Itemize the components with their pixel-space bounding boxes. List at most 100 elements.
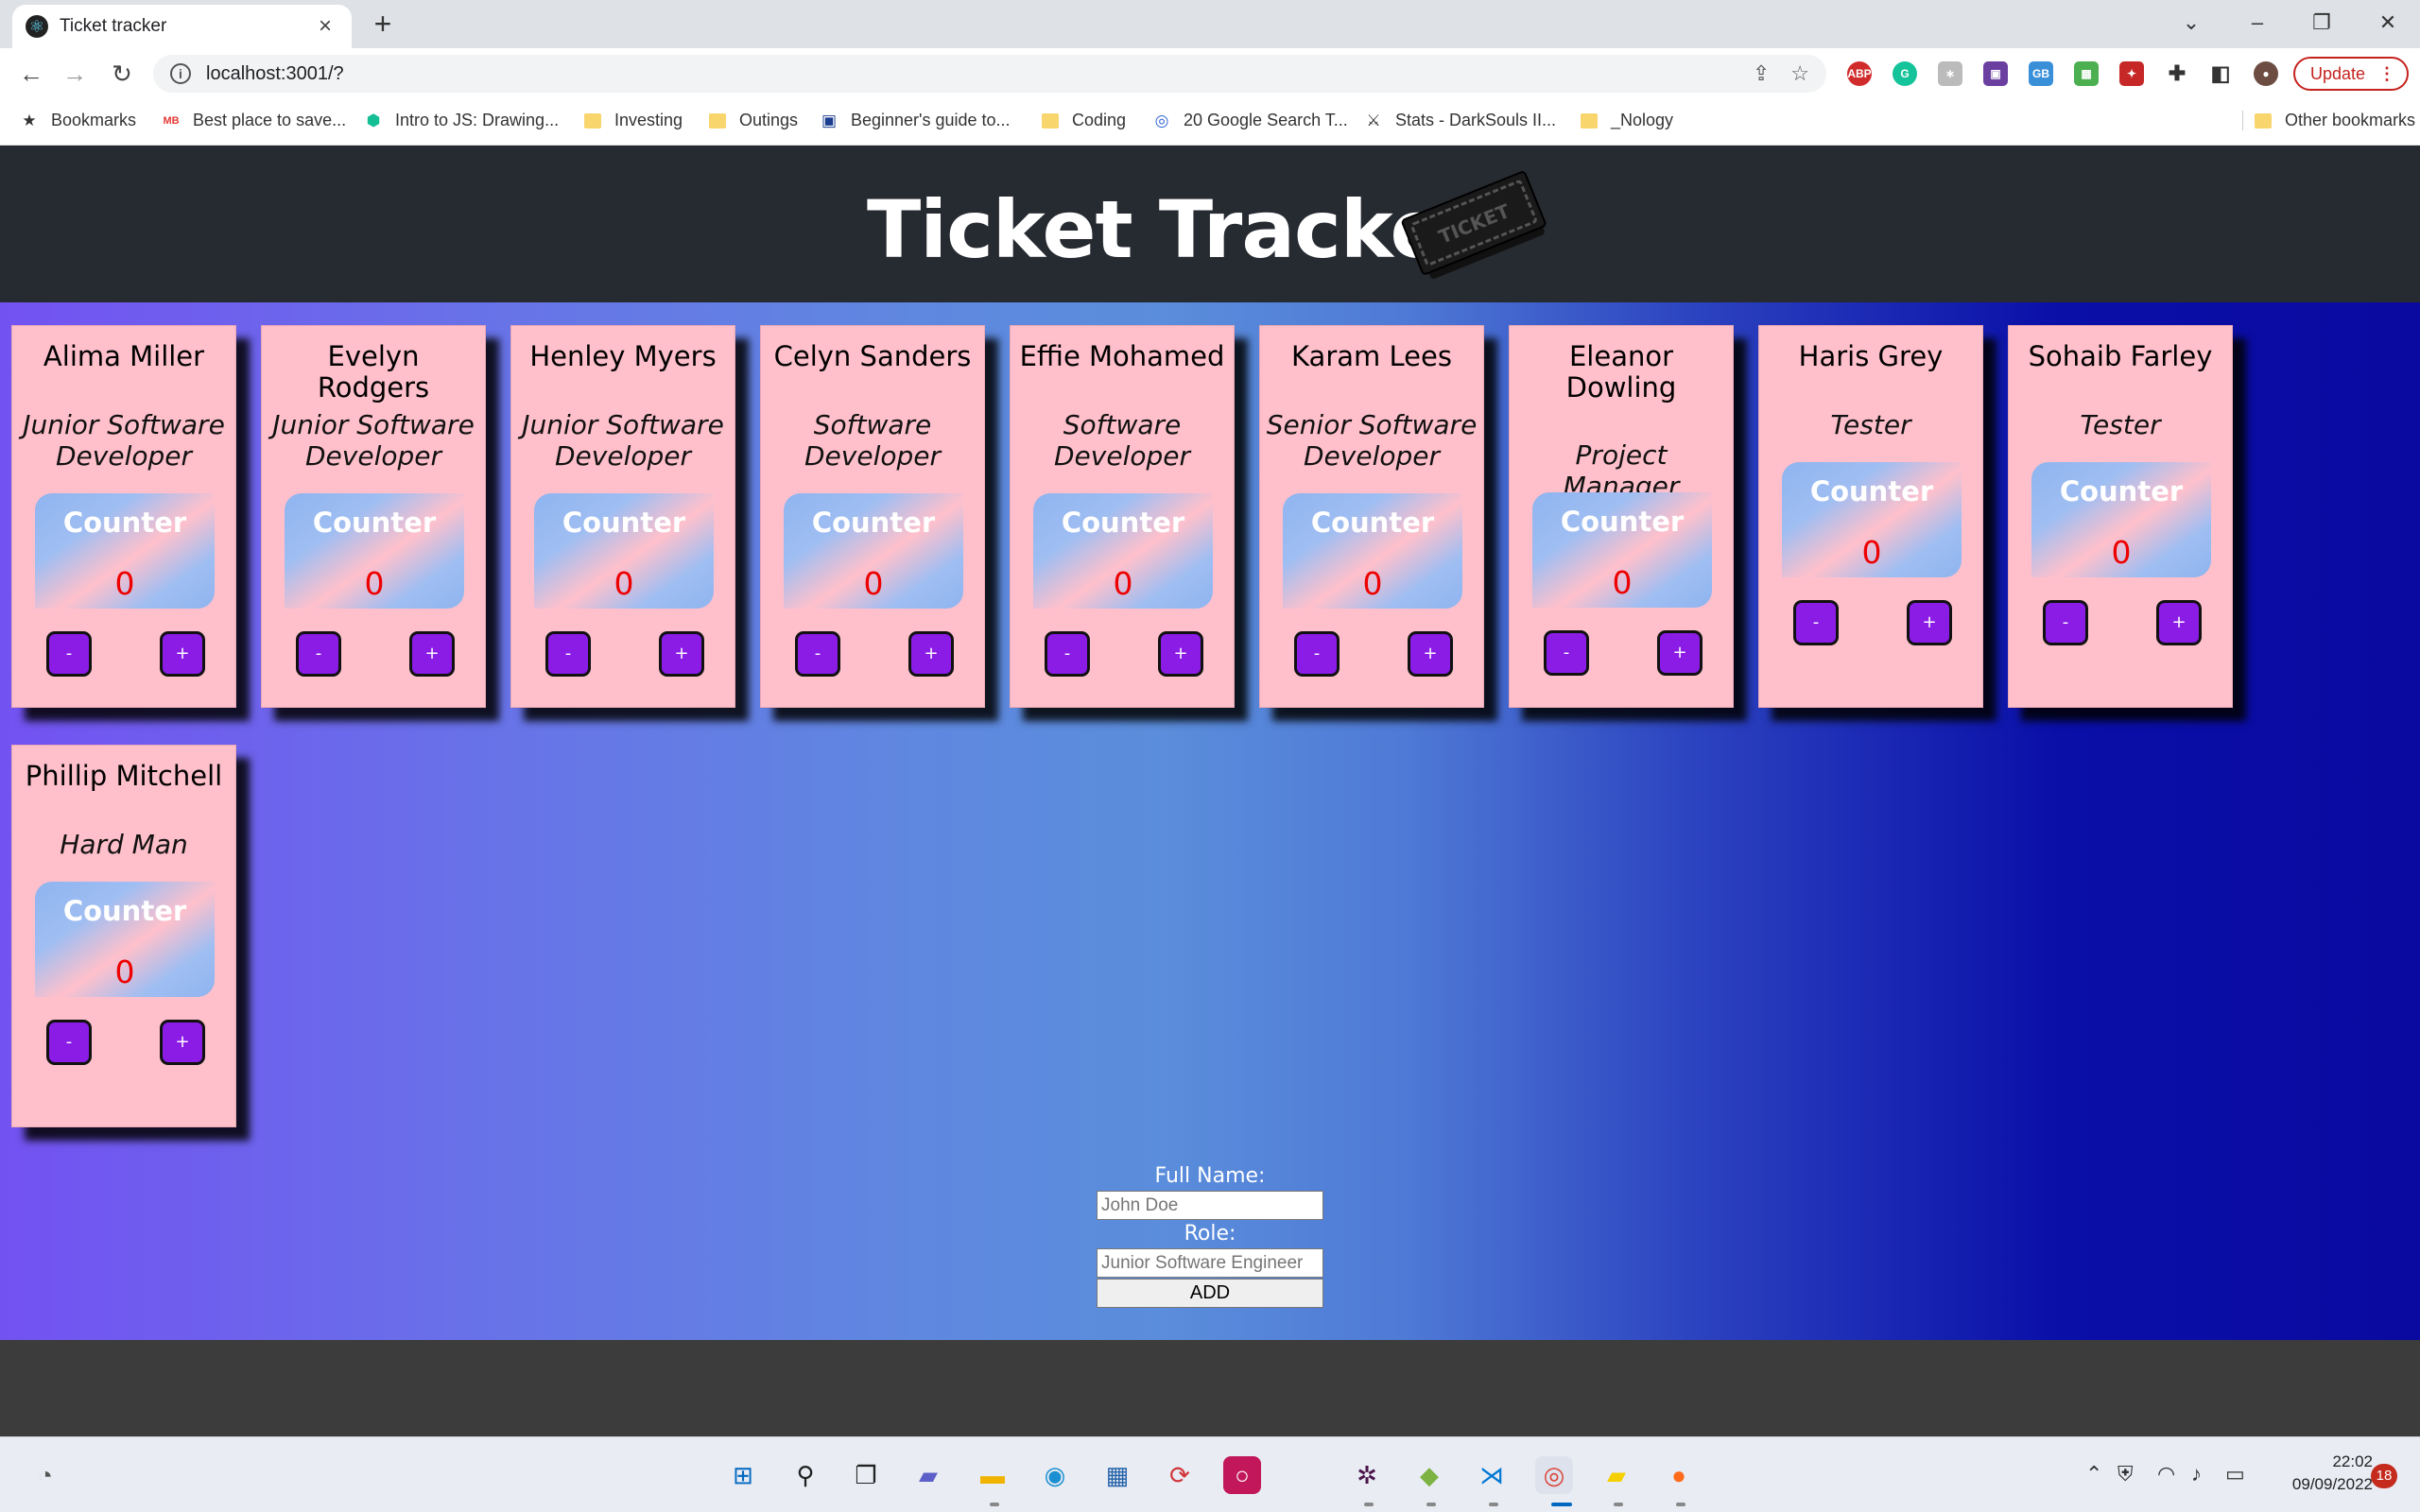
forward-button[interactable]: → bbox=[59, 58, 91, 90]
teams-chat-icon[interactable]: ▰ bbox=[909, 1456, 947, 1494]
url-text[interactable]: localhost:3001/? bbox=[206, 63, 1732, 85]
counter-panel: Counter 0 bbox=[1782, 462, 1962, 577]
increment-button[interactable]: + bbox=[160, 1020, 205, 1065]
running-indicator bbox=[1426, 1503, 1436, 1506]
bookmark-item[interactable]: _Nology bbox=[1581, 111, 1673, 130]
increment-button[interactable]: + bbox=[1158, 631, 1203, 677]
sticky-notes-icon[interactable]: ▰ bbox=[1598, 1456, 1635, 1494]
puzzle-icon[interactable]: ✚ bbox=[2165, 61, 2189, 86]
decrement-button[interactable]: - bbox=[1793, 600, 1839, 645]
extension-icon[interactable]: GB bbox=[2029, 61, 2053, 86]
widgets-icon[interactable]: ◔ bbox=[26, 1456, 64, 1494]
chrome-icon[interactable]: ◎ bbox=[1535, 1456, 1573, 1494]
employee-role: Junior Software Developer bbox=[23, 409, 225, 472]
employee-role: Software Developer bbox=[804, 409, 941, 472]
grammarly-icon[interactable]: G bbox=[1893, 61, 1917, 86]
clock[interactable]: 22:02 09/09/2022 bbox=[2259, 1451, 2373, 1496]
increment-button[interactable]: + bbox=[1657, 630, 1703, 676]
extension-icon[interactable]: ▦ bbox=[2074, 61, 2099, 86]
employee-name: Eleanor Dowling bbox=[1565, 340, 1677, 404]
decrement-button[interactable]: - bbox=[296, 631, 341, 677]
bookmark-item[interactable]: ▣ Beginner's guide to... bbox=[821, 111, 1011, 130]
counter-value: 0 bbox=[1113, 565, 1133, 602]
employee-name: Celyn Sanders bbox=[773, 340, 972, 372]
extension-icon[interactable]: ∗ bbox=[1938, 61, 1962, 86]
increment-button[interactable]: + bbox=[2156, 600, 2202, 645]
tab-search-icon[interactable]: ⌄ bbox=[2172, 4, 2210, 42]
start-icon[interactable]: ⊞ bbox=[724, 1456, 762, 1494]
bookmark-item[interactable]: ⚔ Stats - DarkSouls II... bbox=[1365, 111, 1556, 130]
security-icon[interactable]: ⛨ bbox=[2118, 1462, 2134, 1486]
sidepanel-icon[interactable]: ◧ bbox=[2208, 61, 2233, 86]
increment-button[interactable]: + bbox=[409, 631, 455, 677]
extension-icon[interactable]: ✦ bbox=[2119, 61, 2144, 86]
share-icon[interactable]: ⇪ bbox=[1753, 61, 1770, 86]
close-tab-icon[interactable]: × bbox=[312, 13, 338, 40]
volume-icon[interactable]: ♪ bbox=[2191, 1462, 2202, 1486]
sync-app-icon[interactable]: ⟳ bbox=[1161, 1456, 1199, 1494]
decrement-button[interactable]: - bbox=[46, 631, 92, 677]
full-name-input[interactable] bbox=[1097, 1191, 1323, 1220]
site-icon: ⚔ bbox=[1366, 111, 1381, 129]
decrement-button[interactable]: - bbox=[1544, 630, 1589, 676]
decrement-button[interactable]: - bbox=[795, 631, 840, 677]
reload-button[interactable]: ↻ bbox=[106, 58, 138, 90]
file-explorer-icon[interactable]: ▬ bbox=[974, 1456, 1011, 1494]
new-tab-button[interactable]: + bbox=[367, 8, 399, 40]
wifi-icon[interactable]: ◠ bbox=[2157, 1462, 2175, 1486]
close-window-button[interactable]: ✕ bbox=[2369, 4, 2407, 42]
employee-role: Senior Software Developer bbox=[1266, 409, 1478, 472]
slack-icon[interactable]: ✲ bbox=[1348, 1456, 1386, 1494]
bookmark-item[interactable]: ◎ 20 Google Search T... bbox=[1153, 111, 1348, 130]
increment-button[interactable]: + bbox=[659, 631, 704, 677]
bookmark-item[interactable]: ★ Bookmarks bbox=[21, 111, 136, 130]
counter-panel: Counter 0 bbox=[35, 493, 215, 609]
decrement-button[interactable]: - bbox=[46, 1020, 92, 1065]
app-icon[interactable]: ◆ bbox=[1410, 1456, 1448, 1494]
update-button[interactable]: Update ⋮ bbox=[2293, 57, 2409, 91]
bookmark-item[interactable]: ⬢ Intro to JS: Drawing... bbox=[365, 111, 560, 130]
chevron-up-icon[interactable]: ⌃ bbox=[2085, 1462, 2102, 1486]
bookmark-item[interactable]: Coding bbox=[1042, 111, 1126, 130]
bookmark-label: Best place to save... bbox=[193, 111, 347, 129]
info-icon[interactable]: i bbox=[170, 63, 191, 84]
tab-title: Ticket tracker bbox=[60, 16, 167, 36]
edge-icon[interactable]: ◉ bbox=[1036, 1456, 1074, 1494]
increment-button[interactable]: + bbox=[908, 631, 954, 677]
extension-icon[interactable]: ▣ bbox=[1983, 61, 2008, 86]
employee-role: Junior Software Developer bbox=[272, 409, 475, 472]
bookmark-item[interactable]: MB Best place to save... bbox=[163, 111, 346, 130]
folder-icon bbox=[1581, 112, 1598, 129]
increment-button[interactable]: + bbox=[160, 631, 205, 677]
decrement-button[interactable]: - bbox=[2043, 600, 2088, 645]
bookmark-star-icon[interactable]: ☆ bbox=[1790, 61, 1809, 86]
adblock-icon[interactable]: ABP bbox=[1847, 61, 1872, 86]
battery-icon[interactable]: ▭ bbox=[2225, 1462, 2245, 1486]
task-view-icon[interactable]: ❐ bbox=[847, 1456, 885, 1494]
increment-button[interactable]: + bbox=[1907, 600, 1952, 645]
notification-badge[interactable]: 18 bbox=[2371, 1464, 2397, 1488]
increment-button[interactable]: + bbox=[1408, 631, 1453, 677]
restore-button[interactable]: ❐ bbox=[2303, 4, 2341, 42]
bookmark-item[interactable]: Outings bbox=[709, 111, 798, 130]
vscode-icon[interactable]: ⋊ bbox=[1473, 1456, 1511, 1494]
decrement-button[interactable]: - bbox=[1294, 631, 1340, 677]
employee-card: Karam Lees Senior Software Developer Count… bbox=[1259, 325, 1484, 708]
bookmark-label: Coding bbox=[1072, 111, 1127, 129]
search-icon[interactable]: ⚲ bbox=[786, 1456, 824, 1494]
other-bookmarks[interactable]: Other bookmarks bbox=[2242, 111, 2415, 130]
back-button[interactable]: ← bbox=[15, 58, 47, 90]
decrement-button[interactable]: - bbox=[1045, 631, 1090, 677]
add-button[interactable]: ADD bbox=[1097, 1279, 1323, 1308]
counter-label: Counter bbox=[811, 507, 936, 539]
browser-tab[interactable]: ⚛ Ticket tracker × bbox=[12, 5, 352, 48]
role-input[interactable] bbox=[1097, 1248, 1323, 1278]
bookmark-item[interactable]: Investing bbox=[584, 111, 683, 130]
minimize-button[interactable]: – bbox=[2238, 4, 2276, 42]
postman-icon[interactable]: ● bbox=[1660, 1456, 1698, 1494]
app-icon[interactable]: ○ bbox=[1223, 1456, 1261, 1494]
decrement-button[interactable]: - bbox=[545, 631, 591, 677]
profile-avatar[interactable]: ● bbox=[2254, 61, 2278, 86]
store-icon[interactable]: ▦ bbox=[1098, 1456, 1136, 1494]
address-bar[interactable]: i localhost:3001/? ⇪ ☆ bbox=[153, 55, 1826, 93]
